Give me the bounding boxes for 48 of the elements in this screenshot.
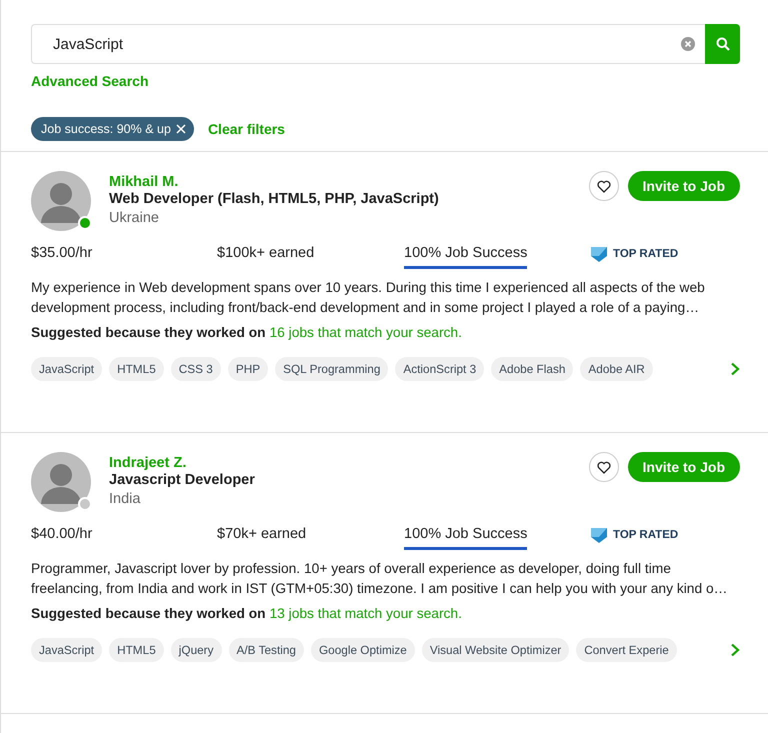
search-input[interactable]: JavaScript bbox=[51, 34, 681, 54]
top-rated-label: TOP RATED bbox=[613, 529, 678, 541]
freelancer-title: Javascript Developer bbox=[109, 472, 256, 488]
heart-icon bbox=[596, 460, 611, 474]
skill-tag[interactable]: Adobe AIR bbox=[580, 357, 653, 381]
top-rated-label: TOP RATED bbox=[613, 248, 678, 260]
skill-tag[interactable]: PHP bbox=[228, 357, 268, 381]
skill-tag[interactable]: SQL Programming bbox=[275, 357, 388, 381]
skill-tag[interactable]: jQuery bbox=[170, 638, 222, 662]
shield-icon bbox=[590, 245, 608, 263]
skill-tag[interactable]: JavaScript bbox=[31, 357, 102, 381]
skill-tag[interactable]: Google Optimize bbox=[310, 638, 415, 662]
job-success: 100% Job Success bbox=[404, 526, 528, 542]
skill-tag[interactable]: A/B Testing bbox=[228, 638, 304, 662]
skill-tag[interactable]: Adobe Flash bbox=[491, 357, 574, 381]
freelancer-description: Programmer, Javascript lover by profession. 10+ years of overall experience as developer, doing full time freelancing, from India and work in IST (GTM+05:30) timezone. I am positive I can help you with your any kind o… bbox=[31, 560, 728, 598]
shield-icon bbox=[590, 526, 608, 544]
clear-icon[interactable] bbox=[681, 37, 695, 51]
freelancer-title: Web Developer (Flash, HTML5, PHP, JavaScript) bbox=[109, 191, 440, 207]
skill-tag[interactable]: HTML5 bbox=[109, 638, 164, 662]
avatar bbox=[31, 452, 91, 512]
filter-chip[interactable]: Job success: 90% & up bbox=[31, 117, 194, 141]
search-button[interactable] bbox=[705, 24, 740, 64]
chevron-right-icon[interactable] bbox=[730, 643, 740, 657]
chevron-right-icon[interactable] bbox=[730, 362, 740, 376]
freelancer-description: My experience in Web development spans over 10 years. During this time I experienced all aspects of the web development process, including front/back-end development and in some project I played a role of a paying… bbox=[31, 279, 706, 317]
skill-tag[interactable]: CSS 3 bbox=[170, 357, 221, 381]
save-button[interactable] bbox=[588, 452, 619, 482]
skill-tag[interactable]: ActionScript 3 bbox=[395, 357, 484, 381]
freelancer-country: India bbox=[109, 491, 142, 507]
hourly-rate: $40.00/hr bbox=[31, 526, 94, 542]
earnings: $70k+ earned bbox=[217, 526, 308, 542]
skill-tag[interactable]: JavaScript bbox=[31, 638, 102, 662]
suggestion-text: Suggested because they worked on 13 jobs that match your search. bbox=[31, 606, 463, 621]
close-icon[interactable] bbox=[176, 124, 186, 134]
freelancer-country: Ukraine bbox=[109, 210, 160, 226]
hourly-rate: $35.00/hr bbox=[31, 245, 94, 261]
skill-tag[interactable]: HTML5 bbox=[109, 357, 164, 381]
search-field[interactable]: JavaScript bbox=[31, 24, 705, 64]
heart-icon bbox=[596, 180, 611, 192]
save-button[interactable] bbox=[588, 171, 619, 201]
skill-tag[interactable]: Visual Website Optimizer bbox=[422, 638, 570, 662]
job-success: 100% Job Success bbox=[404, 245, 528, 261]
skill-tag[interactable]: Convert Experie bbox=[576, 638, 677, 662]
suggestion-text: Suggested because they worked on 16 jobs that match your search. bbox=[31, 325, 463, 340]
avatar bbox=[31, 171, 91, 231]
earnings: $100k+ earned bbox=[217, 245, 316, 261]
search-icon bbox=[716, 37, 730, 51]
